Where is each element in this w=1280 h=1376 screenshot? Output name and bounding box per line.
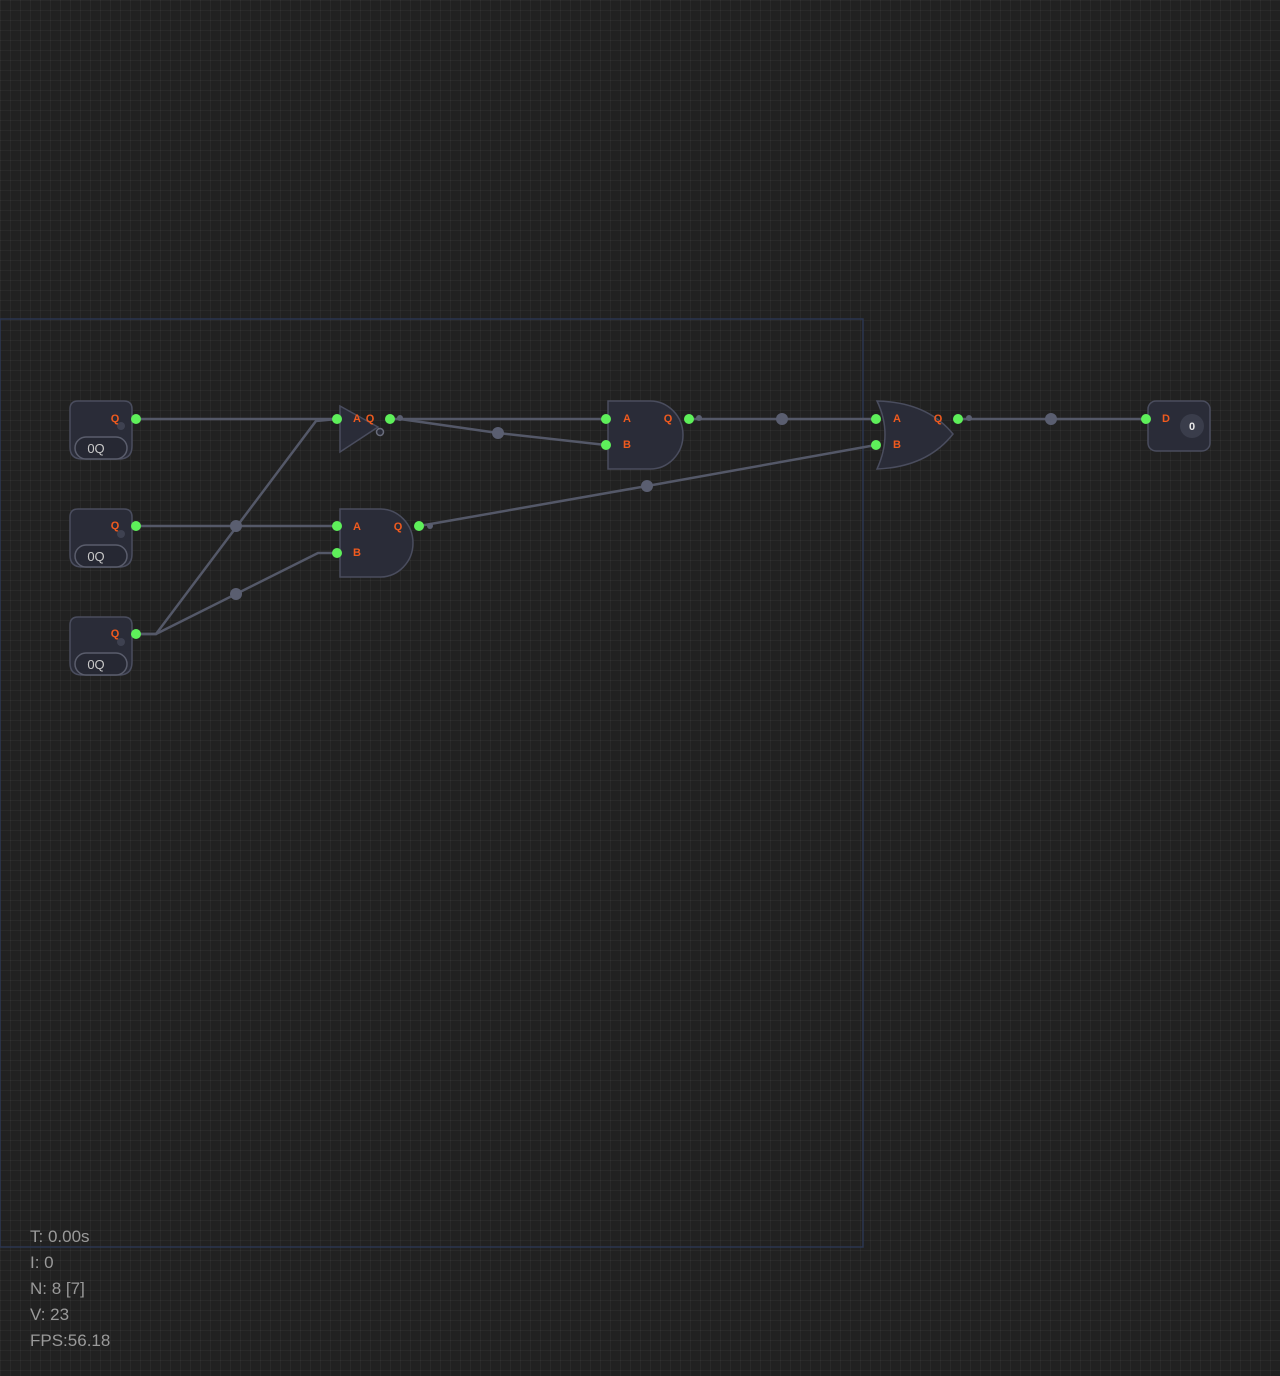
and-input-a-pin[interactable] [332,521,342,531]
or-gate[interactable]: A B Q [871,400,963,470]
input-toggle-1[interactable]: 0Q Q [69,400,141,460]
junction-dot[interactable] [230,588,242,600]
or-input-b-label: B [893,439,901,451]
output-pin-label: Q [111,520,120,532]
not-input-label: A [353,413,361,425]
stat-vertices: V: 23 [30,1305,70,1324]
or-output-pin[interactable] [953,414,963,424]
or-input-a-label: A [893,413,901,425]
circuit-canvas[interactable]: 0Q Q 0Q Q 0Q Q A Q A B Q A B Q A B Q 0 D [0,0,1280,1376]
and-input-b-label: B [353,547,361,559]
and-output-pin[interactable] [684,414,694,424]
not-output-pin[interactable] [385,414,395,424]
and-gate-top[interactable]: A B Q [601,400,694,470]
input-toggle-2[interactable]: 0Q Q [69,508,141,568]
and-output-label: Q [664,413,673,425]
stat-fps: FPS:56.18 [30,1331,111,1350]
or-output-label: Q [934,413,943,425]
output-pin-label: Q [111,413,120,425]
or-input-a-pin[interactable] [871,414,881,424]
stats-overlay: T: 0.00s I: 0 N: 8 [7] V: 23 FPS:56.18 [30,1224,110,1354]
junction-dot[interactable] [1045,413,1057,425]
output-input-label: D [1162,413,1170,425]
junction-dot[interactable] [641,480,653,492]
stat-iterations: I: 0 [30,1253,54,1272]
not-gate[interactable]: A Q [332,404,395,454]
selection-frame [0,318,864,1248]
not-output-label: Q [366,413,375,425]
and-input-a-label: A [353,521,361,533]
and-gate-bottom[interactable]: A B Q [332,508,424,578]
output-input-pin[interactable] [1141,414,1151,424]
junction-dot[interactable] [492,427,504,439]
output-value: 0 [1189,421,1195,433]
and-gate-body[interactable] [607,400,684,470]
and-gate-body[interactable] [339,508,414,578]
and-input-b-pin[interactable] [332,548,342,558]
output-pin[interactable] [131,521,141,531]
output-pin-label: Q [111,628,120,640]
and-input-a-pin[interactable] [601,414,611,424]
wire-end-dot [427,523,433,529]
output-pin[interactable] [131,629,141,639]
output-display[interactable]: 0 D [1141,400,1211,452]
junction-dot[interactable] [776,413,788,425]
stat-nodes: N: 8 [7] [30,1279,85,1298]
output-pin[interactable] [131,414,141,424]
wire-end-dot [696,415,702,421]
toggle-label: 0Q [87,657,104,672]
toggle-label: 0Q [87,549,104,564]
stat-time: T: 0.00s [30,1227,90,1246]
and-output-pin[interactable] [414,521,424,531]
wire-end-dot [966,415,972,421]
not-gate-bubble [375,427,385,437]
or-gate-body[interactable] [875,400,954,470]
junction-dot[interactable] [230,520,242,532]
not-input-pin[interactable] [332,414,342,424]
and-input-a-label: A [623,413,631,425]
input-toggle-3[interactable]: 0Q Q [69,616,141,676]
wire-end-dot [397,415,403,421]
and-output-label: Q [394,521,403,533]
or-input-b-pin[interactable] [871,440,881,450]
and-input-b-label: B [623,439,631,451]
toggle-label: 0Q [87,441,104,456]
and-input-b-pin[interactable] [601,440,611,450]
